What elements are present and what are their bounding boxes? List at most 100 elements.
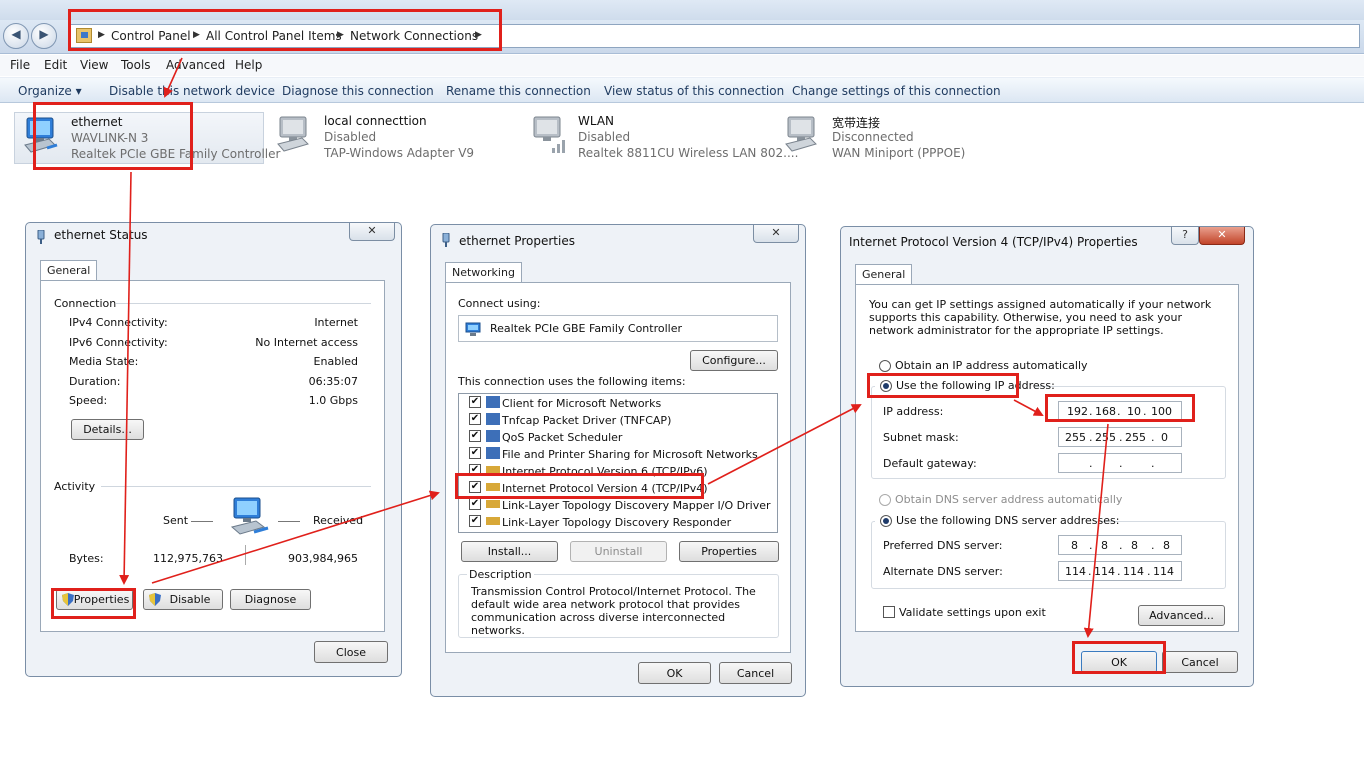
rename-connection-button[interactable]: Rename this connection bbox=[446, 84, 591, 98]
forward-arrow-icon: ▶ bbox=[39, 27, 49, 41]
list-item[interactable]: ✔ File and Printer Sharing for Microsoft… bbox=[459, 445, 777, 462]
subnet-mask-label: Subnet mask: bbox=[883, 431, 959, 444]
item-checkbox[interactable]: ✔ bbox=[469, 464, 481, 476]
menu-tools[interactable]: Tools bbox=[121, 58, 151, 72]
ip-octet: 8 bbox=[1071, 539, 1078, 552]
ip-octet: 114 bbox=[1065, 565, 1086, 578]
media-state-label: Media State: bbox=[69, 355, 139, 368]
dialog-title: ethernet Properties bbox=[459, 234, 575, 248]
ip-octet: 114 bbox=[1094, 565, 1115, 578]
divider bbox=[278, 521, 300, 522]
menu-file[interactable]: File bbox=[10, 58, 30, 72]
item-label: Link-Layer Topology Discovery Responder bbox=[502, 516, 732, 529]
advanced-button[interactable]: Advanced... bbox=[1138, 605, 1225, 626]
disable-device-button[interactable]: Disable this network device bbox=[109, 84, 275, 98]
address-bar[interactable]: ▶ Control Panel ▶ All Control Panel Item… bbox=[70, 24, 1360, 48]
close-icon[interactable]: ✕ bbox=[753, 225, 799, 243]
breadcrumb-all-items[interactable]: All Control Panel Items bbox=[206, 29, 342, 43]
menu-view[interactable]: View bbox=[80, 58, 108, 72]
menu-edit[interactable]: Edit bbox=[44, 58, 67, 72]
list-item[interactable]: ✔ Client for Microsoft Networks bbox=[459, 394, 777, 411]
obtain-ip-auto-radio[interactable] bbox=[879, 360, 891, 372]
back-button[interactable]: ◀ bbox=[3, 23, 29, 49]
driver-icon bbox=[486, 413, 500, 425]
menu-advanced[interactable]: Advanced bbox=[166, 58, 225, 72]
connection-local[interactable]: local connecttion Disabled TAP-Windows A… bbox=[268, 112, 518, 164]
ipv4-dialog: Internet Protocol Version 4 (TCP/IPv4) P… bbox=[840, 226, 1254, 687]
close-icon[interactable]: ✕ bbox=[1199, 227, 1245, 245]
configure-button[interactable]: Configure... bbox=[690, 350, 778, 371]
change-settings-button[interactable]: Change settings of this connection bbox=[792, 84, 1001, 98]
default-gateway-field[interactable]: ... bbox=[1058, 453, 1182, 473]
connection-name: local connecttion bbox=[324, 114, 427, 128]
alternate-dns-field[interactable]: 114. 114. 114. 114 bbox=[1058, 561, 1182, 581]
cancel-button[interactable]: Cancel bbox=[1162, 651, 1238, 673]
install-button[interactable]: Install... bbox=[461, 541, 558, 562]
close-icon[interactable]: ✕ bbox=[349, 223, 395, 241]
media-state-value: Enabled bbox=[313, 355, 358, 368]
subnet-mask-field[interactable]: 255. 255. 255. 0 bbox=[1058, 427, 1182, 447]
obtain-dns-auto-label: Obtain DNS server address automatically bbox=[895, 493, 1123, 506]
close-button[interactable]: Close bbox=[314, 641, 388, 663]
item-checkbox[interactable]: ✔ bbox=[469, 481, 481, 493]
breadcrumb-separator-icon[interactable]: ▶ bbox=[337, 30, 344, 40]
list-item[interactable]: ✔ Tnfcap Packet Driver (TNFCAP) bbox=[459, 411, 777, 428]
breadcrumb-separator-icon[interactable]: ▶ bbox=[98, 30, 105, 40]
properties-button-label: Properties bbox=[73, 593, 130, 606]
help-icon[interactable]: ? bbox=[1171, 227, 1199, 245]
tab-general[interactable]: General bbox=[40, 260, 98, 281]
view-status-button[interactable]: View status of this connection bbox=[604, 84, 784, 98]
diagnose-button[interactable]: Diagnose bbox=[230, 589, 311, 610]
details-button[interactable]: Details... bbox=[71, 419, 144, 440]
item-label: Internet Protocol Version 4 (TCP/IPv4) bbox=[502, 482, 708, 495]
properties-button[interactable]: Properties bbox=[56, 589, 133, 610]
list-item[interactable]: ✔ Link-Layer Topology Discovery Responde… bbox=[459, 513, 777, 530]
network-activity-icon bbox=[230, 497, 269, 535]
breadcrumb-network-connections[interactable]: Network Connections bbox=[350, 29, 478, 43]
use-following-dns-radio[interactable] bbox=[880, 515, 892, 527]
breadcrumb-dropdown-icon[interactable]: ▶ bbox=[475, 30, 482, 40]
disable-button[interactable]: Disable bbox=[143, 589, 223, 610]
tab-panel: You can get IP settings assigned automat… bbox=[855, 284, 1239, 632]
address-row: ◀ ▶ ▶ Control Panel ▶ All Control Panel … bbox=[0, 20, 1364, 54]
divider bbox=[245, 545, 246, 565]
ipv6-connectivity-value: No Internet access bbox=[255, 336, 358, 349]
connection-wlan[interactable]: WLAN Disabled Realtek 8811CU Wireless LA… bbox=[522, 112, 798, 164]
properties-button[interactable]: Properties bbox=[679, 541, 779, 562]
item-label: File and Printer Sharing for Microsoft N… bbox=[502, 448, 758, 461]
connection-status: Disabled bbox=[578, 130, 631, 144]
item-checkbox[interactable]: ✔ bbox=[469, 498, 481, 510]
menu-help[interactable]: Help bbox=[235, 58, 262, 72]
breadcrumb-control-panel[interactable]: Control Panel bbox=[111, 29, 191, 43]
obtain-dns-auto-radio[interactable] bbox=[879, 494, 891, 506]
list-item[interactable]: ✔ Link-Layer Topology Discovery Mapper I… bbox=[459, 496, 777, 513]
item-checkbox[interactable]: ✔ bbox=[469, 396, 481, 408]
list-item[interactable]: ✔ QoS Packet Scheduler bbox=[459, 428, 777, 445]
ip-octet: 114 bbox=[1123, 565, 1144, 578]
diagnose-connection-button[interactable]: Diagnose this connection bbox=[282, 84, 434, 98]
item-checkbox[interactable]: ✔ bbox=[469, 515, 481, 527]
ok-button[interactable]: OK bbox=[1081, 651, 1157, 673]
organize-button[interactable]: Organize ▾ bbox=[18, 84, 82, 98]
connection-broadband[interactable]: 宽带连接 Disconnected WAN Miniport (PPPOE) bbox=[776, 112, 1026, 164]
sharing-icon bbox=[486, 447, 500, 459]
ok-button[interactable]: OK bbox=[638, 662, 711, 684]
duration-label: Duration: bbox=[69, 375, 121, 388]
item-checkbox[interactable]: ✔ bbox=[469, 430, 481, 442]
list-item[interactable]: ✔ Internet Protocol Version 4 (TCP/IPv4) bbox=[459, 479, 777, 496]
uninstall-button[interactable]: Uninstall bbox=[570, 541, 667, 562]
cancel-button[interactable]: Cancel bbox=[719, 662, 792, 684]
connection-ethernet[interactable]: ethernet WAVLINK-N 3 Realtek PCIe GBE Fa… bbox=[14, 112, 280, 164]
preferred-dns-field[interactable]: 8. 8. 8. 8 bbox=[1058, 535, 1182, 555]
breadcrumb-separator-icon[interactable]: ▶ bbox=[193, 30, 200, 40]
tab-general[interactable]: General bbox=[855, 264, 913, 285]
use-following-ip-radio[interactable] bbox=[880, 380, 892, 392]
list-item[interactable]: ✔ Internet Protocol Version 6 (TCP/IPv6) bbox=[459, 462, 777, 479]
item-checkbox[interactable]: ✔ bbox=[469, 447, 481, 459]
window-titlebar bbox=[0, 0, 1364, 20]
forward-button[interactable]: ▶ bbox=[31, 23, 57, 49]
tab-networking[interactable]: Networking bbox=[445, 262, 522, 283]
ip-address-field[interactable]: 192. 168. 10. 100 bbox=[1058, 401, 1182, 421]
validate-checkbox[interactable] bbox=[883, 606, 895, 618]
item-checkbox[interactable]: ✔ bbox=[469, 413, 481, 425]
